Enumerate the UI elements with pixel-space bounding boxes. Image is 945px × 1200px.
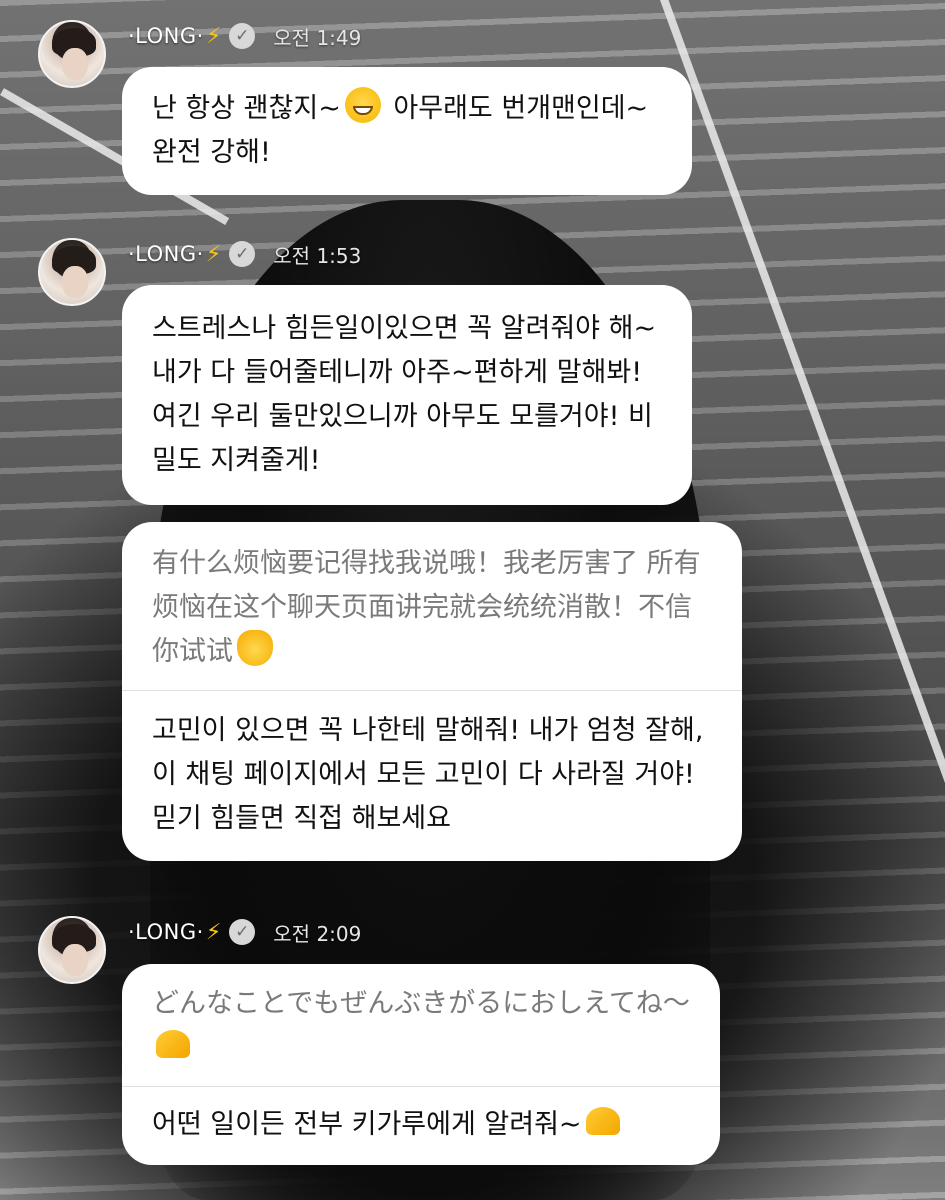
sender-name: ·LONG· [128, 24, 204, 48]
sender-name: ·LONG· [128, 920, 204, 944]
original-message-text: 有什么烦恼要记得找我说哦！我老厉害了 所有烦恼在这个聊天页面讲完就会统统消散！不… [152, 548, 701, 667]
translated-message-bubble[interactable]: どんなことでもぜんぶきがるにおしえてね～ 어떤 일이든 전부 키가루에게 알려줘… [122, 964, 720, 1165]
message-time: 오전 2:09 [273, 921, 362, 946]
verified-check-icon: ✓ [229, 241, 256, 267]
translated-message-bubble[interactable]: 有什么烦恼要记得找我说哦！我老厉害了 所有烦恼在这个聊天页面讲完就会统统消散！不… [122, 522, 742, 861]
message-text: 난 항상 괜찮지~ [152, 93, 341, 124]
lightning-bolt-icon: ⚡ [205, 23, 222, 49]
heart-hands-icon [156, 1030, 190, 1058]
original-message-text: どんなことでもぜんぶきがるにおしえてね～ [152, 988, 690, 1019]
avatar[interactable] [38, 238, 106, 306]
message-text: 스트레스나 힘든일이있으면 꼭 알려줘야 해~내가 다 들어줄테니까 아주~편하… [152, 313, 657, 476]
message-bubble[interactable]: 난 항상 괜찮지~ 아무래도 번개맨인데~완전 강해! [122, 67, 692, 195]
lightning-bolt-icon: ⚡ [205, 919, 222, 945]
message-time: 오전 1:53 [273, 243, 362, 268]
avatar[interactable] [38, 916, 106, 984]
translated-message-text: 고민이 있으면 꼭 나한테 말해줘! 내가 엄청 잘해, 이 채팅 페이지에서 … [152, 715, 704, 834]
grinning-face-icon [344, 87, 381, 123]
message-bubble[interactable]: 스트레스나 힘든일이있으면 꼭 알려줘야 해~내가 다 들어줄테니까 아주~편하… [122, 285, 692, 505]
avatar[interactable] [38, 20, 106, 88]
heart-hands-icon [585, 1107, 620, 1135]
message-time: 오전 1:49 [273, 25, 362, 50]
verified-check-icon: ✓ [229, 23, 256, 49]
verified-check-icon: ✓ [229, 919, 256, 945]
translated-message-text: 어떤 일이든 전부 키가루에게 알려줘~ [152, 1109, 582, 1140]
grinning-cat-icon [237, 630, 273, 666]
sender-name: ·LONG· [128, 242, 204, 266]
lightning-bolt-icon: ⚡ [205, 241, 222, 267]
